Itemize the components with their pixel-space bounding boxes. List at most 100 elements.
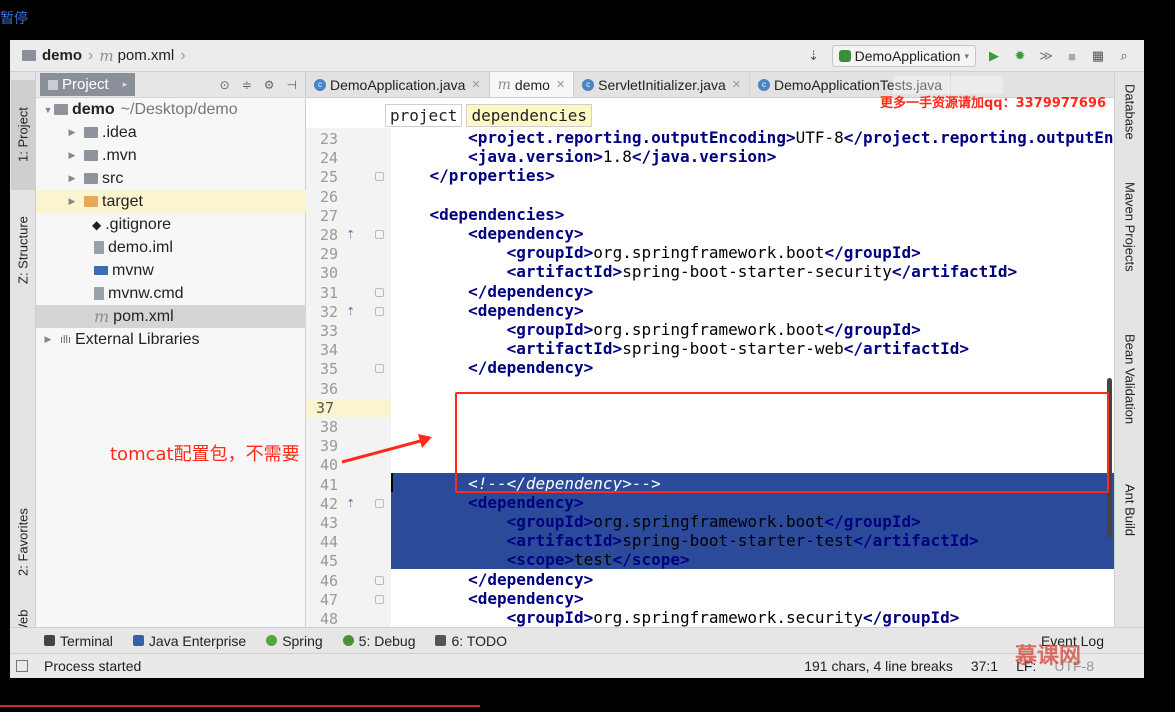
tree-item-demo-iml[interactable]: demo.iml — [36, 236, 306, 259]
project-panel-header: Project ▸ ⊙ ≑ ⚙ ⊣ — [36, 72, 305, 98]
code-line: <artifactId>spring-boot-starter-web</art… — [391, 339, 969, 358]
tree-item-mvn[interactable]: ▶ .mvn — [36, 144, 306, 167]
fold-icon[interactable] — [375, 172, 384, 182]
gear-icon[interactable]: ⚙ — [264, 78, 275, 92]
search-icon[interactable]: ⌕ — [1116, 48, 1132, 64]
debug-icon — [342, 635, 354, 646]
tree-item-external-libraries[interactable]: ▶ ıllı External Libraries — [36, 328, 306, 351]
maven-file-icon: m — [99, 46, 114, 65]
overrides-marker-icon[interactable]: ⇡ — [346, 305, 355, 318]
collapsed-arrow-icon[interactable]: ▶ — [66, 173, 78, 184]
stop-icon[interactable]: ■ — [1064, 48, 1080, 64]
tree-item-idea[interactable]: ▶ .idea — [36, 121, 306, 144]
tree-item-label: External Libraries — [75, 330, 200, 348]
xml-crumb-project[interactable]: project — [385, 104, 463, 127]
tab-database[interactable]: Database — [1118, 84, 1142, 164]
tab-project[interactable]: 1: Project — [11, 80, 35, 190]
fold-icon[interactable] — [375, 230, 384, 239]
tree-item-label: mvnw.cmd — [108, 284, 184, 302]
tab-favorites[interactable]: 2: Favorites — [11, 492, 35, 592]
collapsed-arrow-icon[interactable]: ▶ — [42, 334, 54, 345]
folder-icon — [84, 150, 98, 161]
tool-spring[interactable]: Spring — [266, 633, 323, 649]
status-toggle-icon[interactable] — [16, 660, 28, 672]
code-line: <dependency> — [391, 493, 584, 512]
overrides-marker-icon[interactable]: ⇡ — [346, 228, 355, 241]
fold-icon[interactable] — [375, 575, 384, 585]
tree-item-target[interactable]: ▶ target — [36, 190, 306, 213]
tool-terminal[interactable]: Terminal — [44, 633, 113, 649]
hide-panel-icon[interactable]: ⊣ — [287, 78, 297, 92]
line-gutter: 23 24 25 26 27 28 ⇡ 29 30 31 32 ⇡ 33 34 35 36 37 38 39 40 41… — [306, 128, 391, 628]
xml-tag: <dependency> — [468, 224, 584, 243]
coverage-icon[interactable]: ≫ — [1038, 48, 1054, 64]
breadcrumb-project[interactable]: demo — [42, 47, 82, 64]
line-number: 25 — [319, 168, 338, 187]
line-number: 42 — [319, 494, 338, 513]
tool-todo[interactable]: 6: TODO — [435, 633, 507, 649]
caret-position[interactable]: 37:1 — [971, 658, 998, 674]
fold-icon[interactable] — [375, 287, 384, 297]
tab-structure[interactable]: Z: Structure — [11, 200, 35, 300]
fold-icon[interactable] — [375, 306, 384, 316]
tab-bean-validation[interactable]: Bean Validation — [1118, 334, 1142, 464]
tree-item-mvnw-cmd[interactable]: mvnw.cmd — [36, 282, 306, 305]
tab-pom-demo[interactable]: m demo ✕ — [489, 72, 575, 97]
close-icon[interactable]: ✕ — [556, 78, 565, 91]
selection-info: 191 chars, 4 line breaks — [804, 658, 953, 674]
project-structure-icon[interactable]: ▦ — [1090, 48, 1106, 64]
tab-servlet-initializer[interactable]: c ServletInitializer.java ✕ — [574, 72, 750, 97]
fold-icon[interactable] — [375, 364, 384, 374]
xml-tag: <project.reporting.outputEncoding> — [468, 128, 796, 147]
tree-root-path: ~/Desktop/demo — [120, 100, 238, 118]
fold-icon[interactable] — [375, 498, 384, 508]
tab-ant-build[interactable]: Ant Build — [1118, 484, 1142, 574]
class-icon: c — [582, 78, 595, 91]
tool-label: Java Enterprise — [148, 632, 247, 649]
collapsed-arrow-icon[interactable]: ▶ — [66, 150, 78, 161]
video-progress-bar[interactable] — [0, 705, 480, 707]
close-icon[interactable]: ✕ — [471, 78, 480, 91]
tab-demo-application[interactable]: c DemoApplication.java ✕ — [306, 72, 490, 97]
xml-tag: </artifactId> — [853, 531, 979, 551]
code-line: <dependencies> — [391, 205, 565, 224]
tree-item-label: target — [102, 192, 143, 210]
tool-debug[interactable]: 5: Debug — [342, 633, 415, 649]
tree-item-pom-xml[interactable]: m pom.xml — [36, 305, 306, 328]
tree-item-src[interactable]: ▶ src — [36, 167, 306, 190]
line-number: 41 — [319, 475, 338, 494]
editor-scrollbar[interactable] — [1104, 128, 1114, 627]
breadcrumb-file[interactable]: pom.xml — [118, 47, 175, 64]
code-area[interactable]: <project.reporting.outputEncoding>UTF-8<… — [391, 128, 1114, 627]
debug-icon[interactable]: ✹ — [1012, 48, 1028, 64]
build-icon[interactable]: ⇣ — [806, 48, 822, 64]
xml-text: spring-boot-starter-security — [622, 262, 892, 282]
tool-java-enterprise[interactable]: Java Enterprise — [132, 632, 247, 649]
spring-boot-icon — [838, 50, 851, 62]
tab-maven-projects[interactable]: Maven Projects — [1118, 182, 1142, 302]
line-number: 37 — [306, 398, 391, 417]
breadcrumb: demo › m pom.xml › — [22, 47, 192, 65]
xml-text: org.springframework.boot — [593, 320, 825, 339]
expanded-arrow-icon[interactable]: ▼ — [42, 105, 54, 115]
class-icon: c — [758, 78, 770, 91]
run-icon[interactable]: ▶ — [986, 48, 1002, 64]
tree-item-mvnw[interactable]: mvnw — [36, 259, 306, 282]
right-tool-strip: Database Maven Projects Bean Validation … — [1114, 72, 1144, 627]
xml-crumb-dependencies[interactable]: dependencies — [466, 104, 593, 127]
maven-file-icon: m — [94, 307, 110, 326]
collapsed-arrow-icon[interactable]: ▶ — [66, 196, 78, 207]
collapsed-arrow-icon[interactable]: ▶ — [66, 127, 78, 138]
fold-icon[interactable] — [375, 594, 384, 604]
tree-item-gitignore[interactable]: ◆ .gitignore — [36, 213, 306, 236]
close-icon[interactable]: ✕ — [732, 78, 741, 91]
line-number: 47 — [319, 590, 338, 609]
scroll-from-source-icon[interactable]: ⊙ — [220, 78, 230, 92]
project-view-selector[interactable]: Project ▸ — [40, 73, 136, 96]
run-config-selector[interactable]: DemoApplication ▾ — [831, 45, 976, 67]
collapse-all-icon[interactable]: ≑ — [242, 78, 252, 92]
tree-root[interactable]: ▼ demo ~/Desktop/demo — [36, 98, 306, 121]
status-message: Process started — [44, 658, 142, 674]
overrides-marker-icon[interactable]: ⇡ — [346, 497, 355, 510]
xml-tag: <groupId> — [506, 243, 594, 263]
